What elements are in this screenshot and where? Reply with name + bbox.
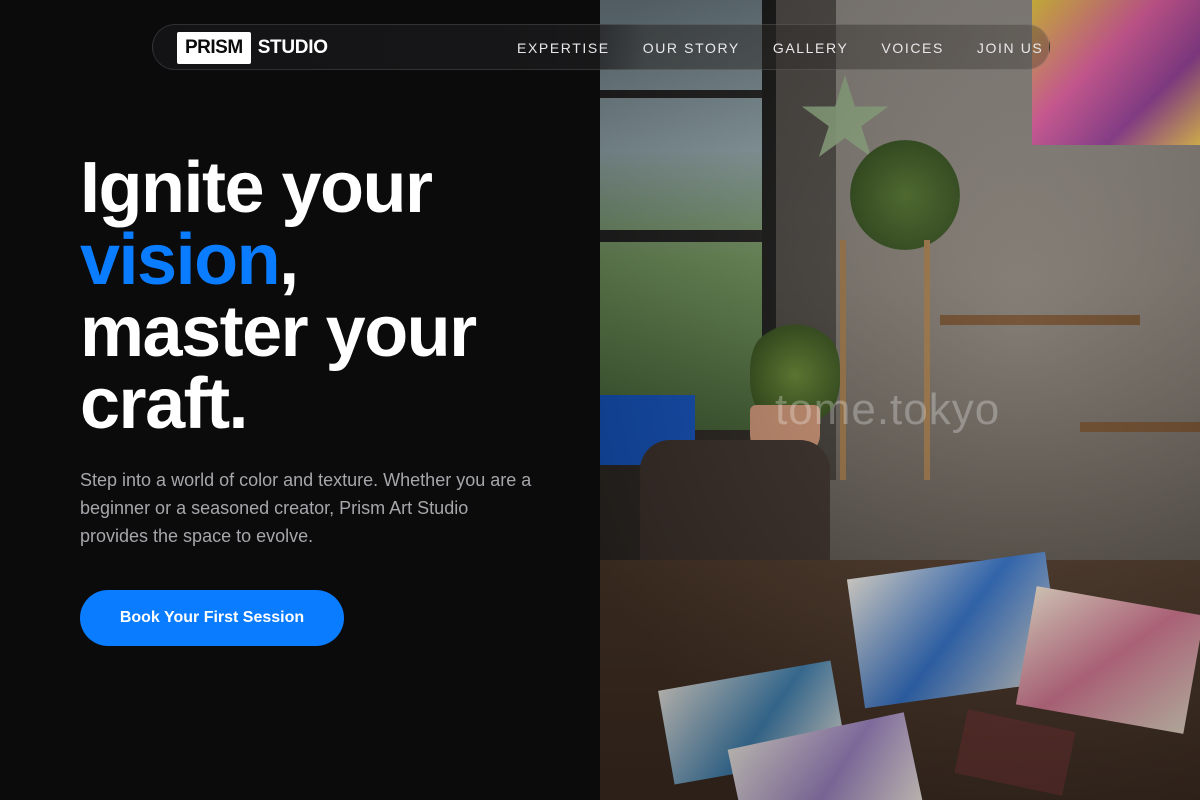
nav-link-voices[interactable]: VOICES [881, 40, 944, 56]
nav-link-our-story[interactable]: OUR STORY [643, 40, 740, 56]
top-navbar: PRISM STUDIO EXPERTISE OUR STORY GALLERY… [152, 24, 1050, 70]
hero-subtitle: Step into a world of color and texture. … [80, 470, 532, 546]
headline-line-4: craft. [80, 364, 249, 444]
nav-link-expertise[interactable]: EXPERTISE [517, 40, 610, 56]
headline-comma: , [279, 220, 299, 300]
image-watermark: tome.tokyo [775, 385, 1001, 434]
headline-line-1: Ignite your [80, 148, 433, 228]
nav-link-gallery[interactable]: GALLERY [773, 40, 849, 56]
brand-logo[interactable]: PRISM STUDIO [177, 32, 328, 64]
headline-line-3: master your [80, 292, 477, 372]
headline-line-2: vision, [80, 224, 580, 296]
nav-link-join-us[interactable]: JOIN US [977, 40, 1043, 56]
hero-headline: Ignite your vision, master your craft. [80, 152, 580, 440]
hero-panel: Ignite your vision, master your craft. S… [0, 0, 600, 800]
headline-accent-word: vision [80, 220, 281, 300]
book-session-button[interactable]: Book Your First Session [80, 590, 344, 646]
nav-links: EXPERTISE OUR STORY GALLERY VOICES JOIN … [517, 25, 1043, 71]
logo-wordmark: STUDIO [257, 37, 328, 58]
logo-mark: PRISM [177, 32, 251, 64]
hero-image: tome.tokyo [600, 0, 1200, 800]
